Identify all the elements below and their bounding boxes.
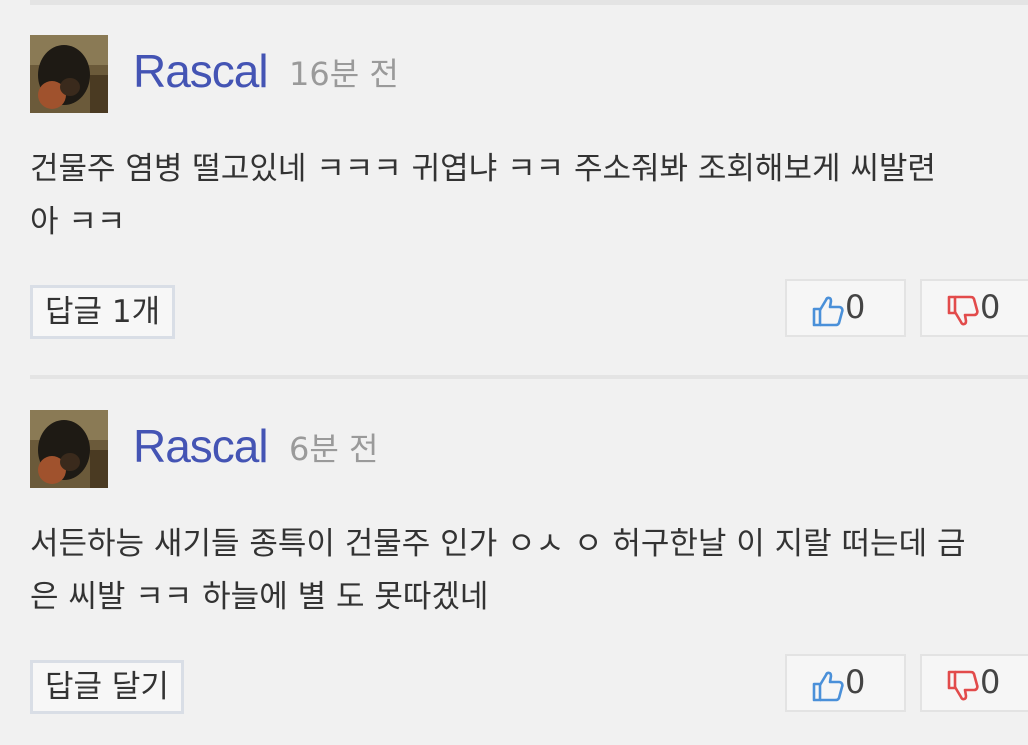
comment-body: 서든하능 새기들 종특이 건물주 인가 ㅇㅅ ㅇ 허구한날 이 지랄 떠는데 금… <box>30 518 1028 624</box>
top-divider <box>30 0 1028 5</box>
like-button[interactable]: 0 <box>785 279 906 337</box>
dislike-count: 0 <box>980 663 1001 701</box>
thumbs-down-icon <box>946 665 980 701</box>
dislike-button[interactable]: 0 <box>920 654 1028 712</box>
comment-body-line: 은 씨발 ㅋㅋ 하늘에 별 도 못따겠네 <box>30 579 489 615</box>
comment-time: 6분 전 <box>289 430 379 468</box>
like-button[interactable]: 0 <box>785 654 906 712</box>
dislike-count: 0 <box>980 288 1001 326</box>
username[interactable]: Rascal <box>133 418 269 474</box>
comment-divider <box>30 375 1028 379</box>
thumbs-up-icon <box>811 665 845 702</box>
reply-button[interactable]: 답글 달기 <box>30 660 184 714</box>
like-count: 0 <box>845 663 866 701</box>
comment-body-line: 아 ㅋㅋ <box>30 204 126 240</box>
username[interactable]: Rascal <box>133 43 269 99</box>
thumbs-up-icon <box>811 290 845 327</box>
comment-body: 건물주 염병 떨고있네 ㅋㅋㅋ 귀엽냐 ㅋㅋ 주소줘봐 조회해보게 씨발련 아 … <box>30 143 1028 249</box>
comment-body-line: 서든하능 새기들 종특이 건물주 인가 ㅇㅅ ㅇ 허구한날 이 지랄 떠는데 금 <box>30 526 966 562</box>
replies-button[interactable]: 답글 1개 <box>30 285 176 339</box>
like-count: 0 <box>845 288 866 326</box>
avatar[interactable] <box>30 35 108 113</box>
dislike-button[interactable]: 0 <box>920 279 1028 337</box>
comment-time: 16분 전 <box>289 55 399 93</box>
thumbs-down-icon <box>946 290 980 326</box>
avatar[interactable] <box>30 410 108 488</box>
comment-body-line: 건물주 염병 떨고있네 ㅋㅋㅋ 귀엽냐 ㅋㅋ 주소줘봐 조회해보게 씨발련 <box>30 151 936 187</box>
